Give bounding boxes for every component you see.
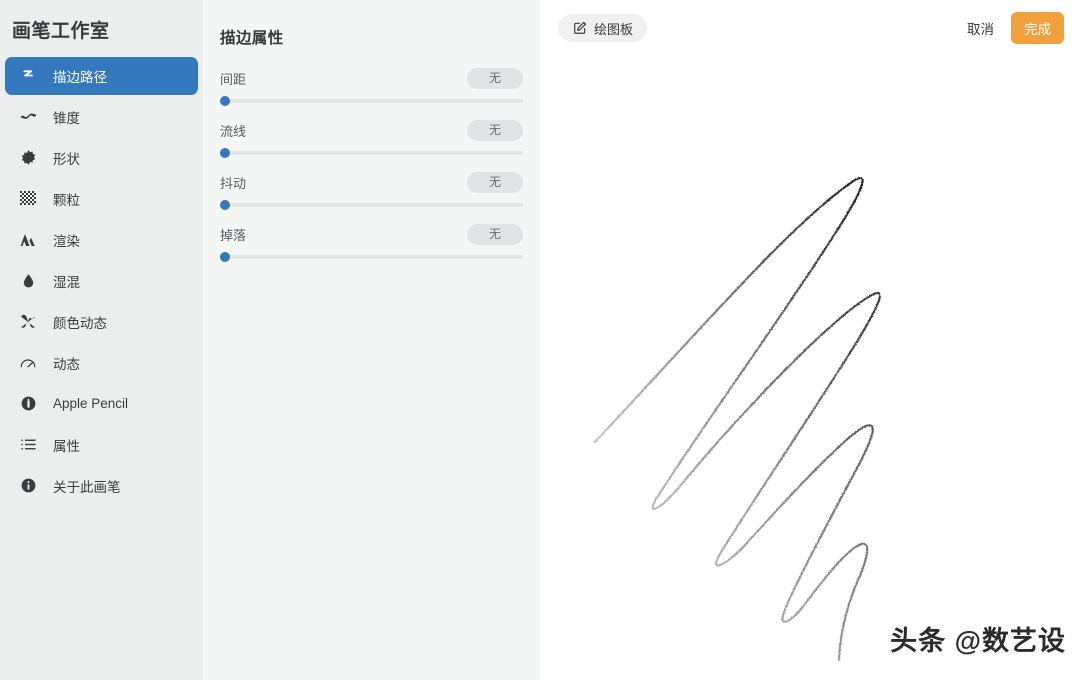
sidebar-item-label: 动态 [53, 356, 80, 372]
slider-track[interactable] [220, 148, 523, 158]
brush-studio-window: 画笔工作室 描边路径 锥度 形状 颗粒 渲染 湿混 颜色动态 动态 Apple … [0, 0, 1080, 680]
dynamics-gauge-icon [17, 352, 39, 374]
slider-track[interactable] [220, 252, 523, 262]
sidebar-item-label: 描边路径 [53, 69, 107, 85]
sidebar-item-label: 湿混 [53, 274, 80, 290]
slider-header: 流线 无 [220, 118, 523, 142]
sidebar-item-apple-pencil[interactable]: Apple Pencil [5, 385, 198, 423]
slider-value-badge[interactable]: 无 [467, 119, 523, 141]
sidebar-item-label: Apple Pencil [53, 396, 129, 412]
cancel-button[interactable]: 取消 [965, 14, 996, 42]
slider-value-badge[interactable]: 无 [467, 223, 523, 245]
slider-thumb[interactable] [220, 252, 230, 262]
slider-thumb[interactable] [220, 200, 230, 210]
sidebar-item-label: 渲染 [53, 233, 80, 249]
done-button[interactable]: 完成 [1011, 12, 1064, 44]
about-info-icon [17, 475, 39, 497]
slider-list: 间距 无 流线 无 抖动 无 掉落 无 [203, 66, 540, 274]
sidebar-item-dynamics[interactable]: 动态 [5, 344, 198, 382]
page-title: 画笔工作室 [12, 21, 110, 42]
draw-board-label: 绘图板 [594, 21, 634, 37]
edit-square-icon [572, 21, 587, 36]
slider-label: 流线 [220, 123, 247, 139]
stroke-properties-panel: 描边属性 间距 无 流线 无 抖动 无 掉落 无 [203, 0, 540, 680]
draw-board-button[interactable]: 绘图板 [558, 14, 648, 42]
panel-title: 描边属性 [220, 30, 284, 47]
slider-row-jitter: 抖动 无 [220, 170, 523, 222]
slider-value-badge[interactable]: 无 [467, 171, 523, 193]
canvas-toolbar: 绘图板 取消 完成 [540, 0, 1080, 56]
shape-star-icon [17, 147, 39, 169]
slider-row-fall-off: 掉落 无 [220, 222, 523, 274]
sidebar-item-taper[interactable]: 锥度 [5, 98, 198, 136]
sidebar-item-label: 属性 [53, 438, 80, 454]
brush-stroke-preview [593, 177, 881, 662]
watermark: 头条 @数艺设 [890, 626, 1066, 656]
stroke-path-icon [17, 65, 39, 87]
sidebar-item-label: 锥度 [53, 110, 80, 126]
slider-thumb[interactable] [220, 96, 230, 106]
sidebar-item-grain[interactable]: 颗粒 [5, 180, 198, 218]
apple-pencil-icon [17, 393, 39, 415]
sidebar-item-render[interactable]: 渲染 [5, 221, 198, 259]
wet-mix-droplet-icon [17, 270, 39, 292]
slider-row-streamline: 流线 无 [220, 118, 523, 170]
slider-header: 抖动 无 [220, 170, 523, 194]
sidebar-item-label: 关于此画笔 [53, 479, 121, 495]
slider-track[interactable] [220, 96, 523, 106]
sidebar-item-color-dynamics[interactable]: 颜色动态 [5, 303, 198, 341]
slider-label: 掉落 [220, 227, 247, 243]
sidebar-item-stroke-path[interactable]: 描边路径 [5, 56, 198, 95]
slider-value-badge[interactable]: 无 [467, 67, 523, 89]
slider-row-spacing: 间距 无 [220, 66, 523, 118]
slider-label: 抖动 [220, 175, 247, 191]
sidebar-item-label: 形状 [53, 151, 80, 167]
sidebar-item-wet-mix[interactable]: 湿混 [5, 262, 198, 300]
color-dynamics-pinwheel-icon [17, 311, 39, 333]
slider-header: 间距 无 [220, 66, 523, 90]
slider-label: 间距 [220, 71, 247, 87]
sidebar-item-attributes[interactable]: 属性 [5, 426, 198, 464]
render-triangles-icon [17, 229, 39, 251]
slider-header: 掉落 无 [220, 222, 523, 246]
slider-thumb[interactable] [220, 148, 230, 158]
brush-preview-canvas[interactable]: 绘图板 取消 完成 头条 @数艺设 [540, 0, 1080, 680]
sidebar-item-shape[interactable]: 形状 [5, 139, 198, 177]
toolbar-actions: 取消 完成 [965, 12, 1064, 44]
attributes-list-icon [17, 434, 39, 456]
sidebar-item-about-brush[interactable]: 关于此画笔 [5, 467, 198, 505]
sidebar-item-list: 描边路径 锥度 形状 颗粒 渲染 湿混 颜色动态 动态 Apple Pencil… [0, 56, 203, 505]
sidebar-item-label: 颗粒 [53, 192, 80, 208]
sidebar-item-label: 颜色动态 [53, 315, 107, 331]
taper-wave-icon [17, 106, 39, 128]
slider-track[interactable] [220, 200, 523, 210]
grain-grid-icon [17, 188, 39, 210]
sidebar: 画笔工作室 描边路径 锥度 形状 颗粒 渲染 湿混 颜色动态 动态 Apple … [0, 0, 203, 680]
